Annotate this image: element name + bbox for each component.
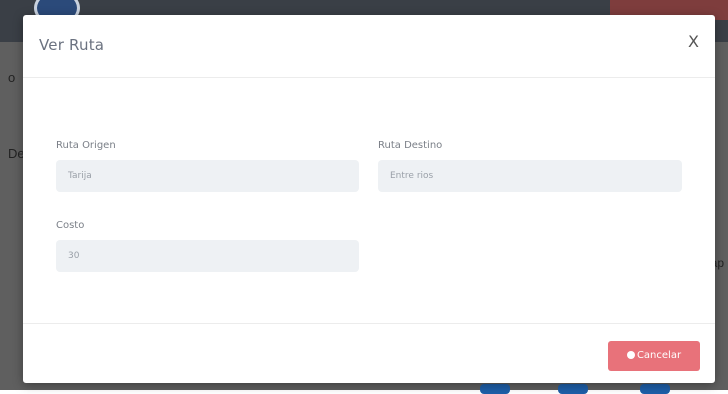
cancel-label: Cancelar bbox=[636, 350, 682, 361]
cost-label: Costo bbox=[56, 220, 85, 231]
destination-input[interactable]: Entre rios bbox=[378, 160, 682, 192]
close-icon[interactable]: X bbox=[688, 32, 699, 51]
modal-footer: Cancelar bbox=[23, 323, 715, 384]
cancel-circle-icon bbox=[626, 351, 635, 359]
cancel-button[interactable]: Cancelar bbox=[608, 341, 700, 371]
cost-input[interactable]: 30 bbox=[56, 240, 359, 272]
modal-title: Ver Ruta bbox=[39, 36, 105, 54]
background-button bbox=[480, 384, 510, 394]
origin-input[interactable]: Tarija bbox=[56, 160, 359, 192]
background-button bbox=[558, 384, 588, 394]
background-text: o bbox=[8, 70, 16, 85]
origin-label: Ruta Origen bbox=[56, 140, 116, 151]
background-button bbox=[640, 384, 670, 394]
destination-label: Ruta Destino bbox=[378, 140, 443, 151]
modal-header: Ver Ruta X bbox=[23, 15, 715, 78]
view-route-modal: Ver Ruta X Ruta Origen Tarija Ruta Desti… bbox=[23, 15, 715, 383]
